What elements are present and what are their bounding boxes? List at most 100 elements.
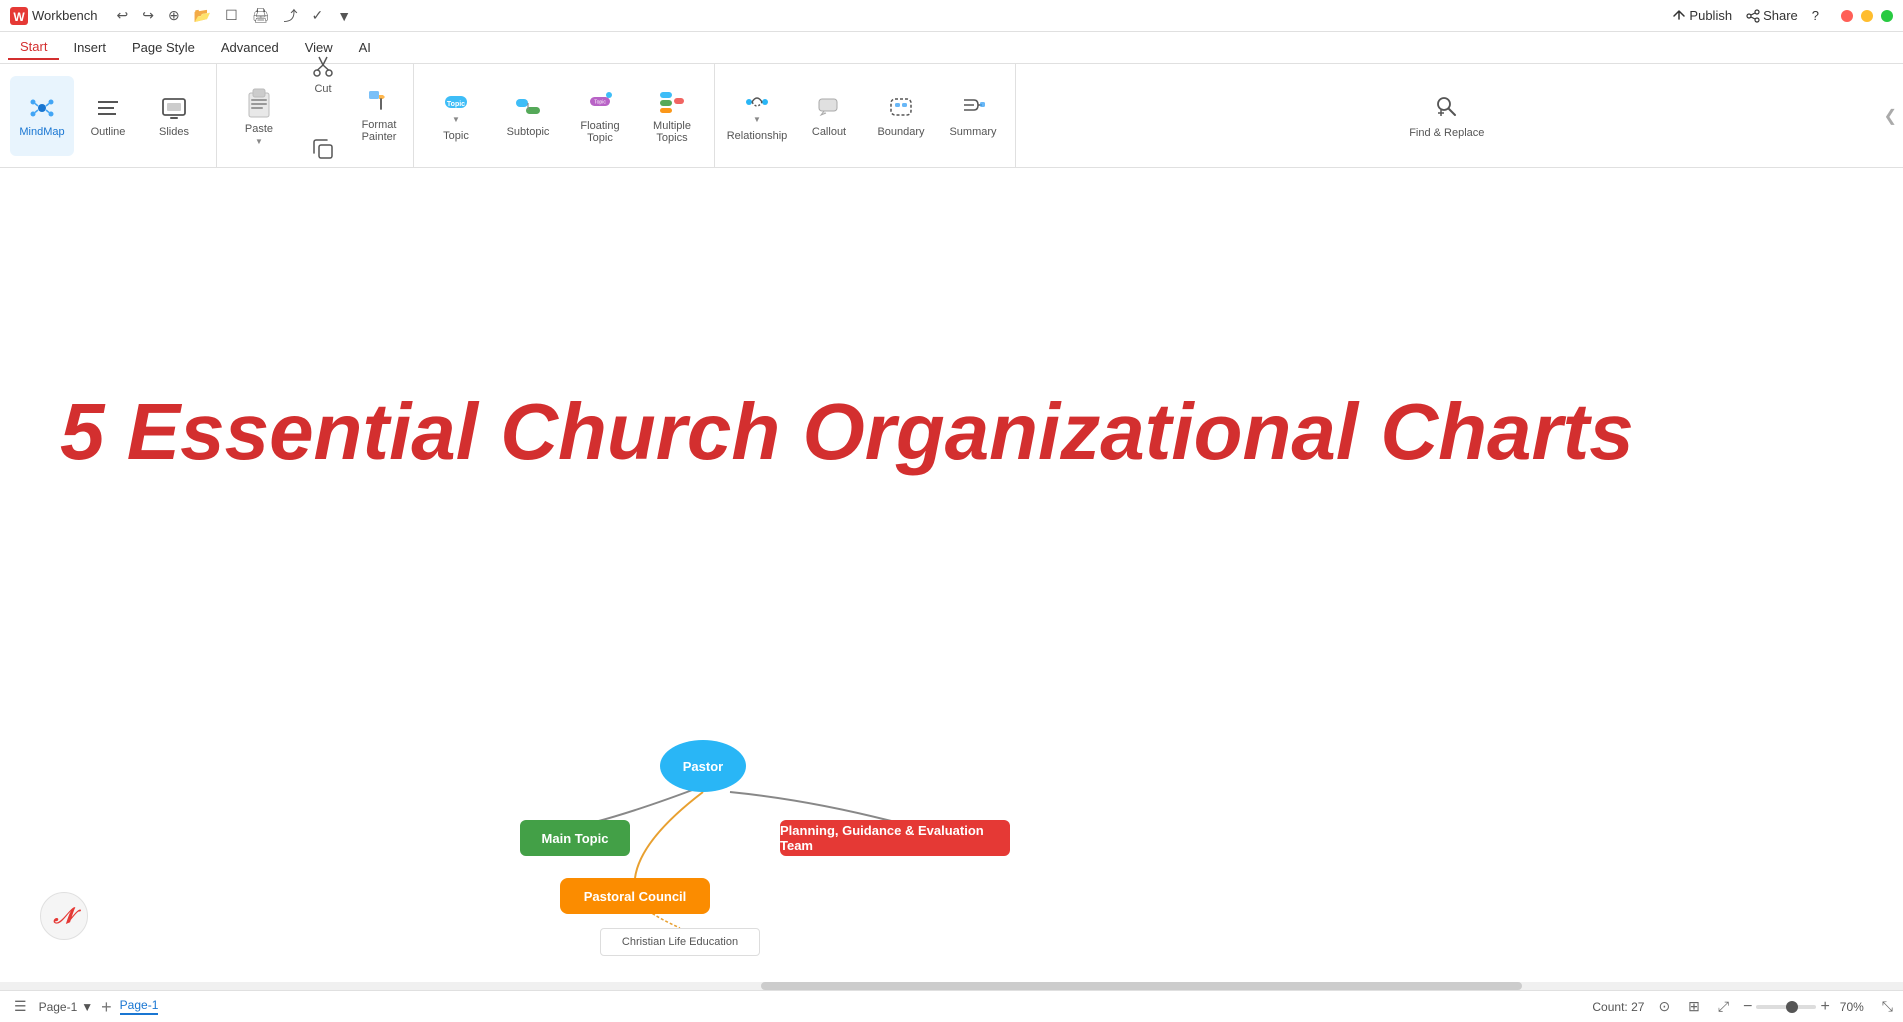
slides-view-btn[interactable]: Slides bbox=[142, 76, 206, 156]
format-painter-icon bbox=[367, 89, 391, 113]
format-painter-btn[interactable]: Format Painter bbox=[351, 74, 407, 158]
clipboard-section: Paste ▼ Cut Co bbox=[217, 64, 414, 167]
window-controls bbox=[1841, 10, 1893, 22]
mindmap-icon bbox=[28, 94, 56, 122]
relationship-icon-area: ▼ bbox=[744, 89, 770, 124]
n-logo[interactable]: 𝒩 bbox=[40, 892, 88, 940]
relationship-section: ▼ Relationship Callout Boundary bbox=[715, 64, 1016, 167]
checkbox-btn[interactable]: ☐ bbox=[220, 4, 243, 27]
panel-toggle-btn[interactable]: ☰ bbox=[10, 996, 31, 1017]
svg-text:Topic: Topic bbox=[447, 101, 465, 108]
help-button[interactable]: ? bbox=[1812, 8, 1819, 23]
undo-redo-controls: ↩ ↪ ⊕ 📂 ☐ 🖨 ⤴ ✓ ▼ bbox=[112, 3, 357, 29]
maximize-window-btn[interactable] bbox=[1881, 10, 1893, 22]
paste-icon bbox=[243, 85, 275, 121]
svg-text:Topic: Topic bbox=[594, 99, 606, 105]
svg-text:W: W bbox=[13, 10, 25, 24]
fullscreen-btn[interactable]: ⤢ bbox=[1714, 996, 1733, 1017]
slides-icon bbox=[160, 94, 188, 122]
collapse-panel-btn[interactable]: ❮ bbox=[1878, 64, 1903, 167]
topic-icon-area: Topic ▼ bbox=[443, 89, 469, 124]
export-btn[interactable]: ⤴ bbox=[279, 3, 303, 29]
zoom-slider-thumb bbox=[1786, 1001, 1798, 1013]
summary-btn[interactable]: Summary bbox=[937, 74, 1009, 158]
zoom-controls: − + bbox=[1743, 998, 1830, 1016]
more-btn[interactable]: ▼ bbox=[332, 5, 356, 27]
toolbar: MindMap Outline Slides bbox=[0, 64, 1903, 168]
minimize-window-btn[interactable] bbox=[1861, 10, 1873, 22]
canvas-scrollbar[interactable] bbox=[0, 982, 1903, 990]
publish-button[interactable]: Publish bbox=[1672, 8, 1732, 23]
cut-btn[interactable]: Cut bbox=[295, 32, 351, 116]
add-page-btn[interactable]: + bbox=[101, 998, 112, 1016]
main-title: 5 Essential Church Organizational Charts bbox=[60, 388, 1843, 476]
boundary-icon bbox=[888, 94, 914, 120]
zoom-out-btn[interactable]: − bbox=[1743, 998, 1752, 1016]
page-1-dropdown[interactable]: Page-1 ▼ bbox=[39, 1000, 94, 1014]
multiple-topics-icon bbox=[659, 88, 685, 114]
christian-life-node[interactable]: Christian Life Education bbox=[600, 928, 760, 956]
relationship-btn[interactable]: ▼ Relationship bbox=[721, 74, 793, 158]
outline-view-btn[interactable]: Outline bbox=[76, 76, 140, 156]
close-window-btn[interactable] bbox=[1841, 10, 1853, 22]
menu-start[interactable]: Start bbox=[8, 35, 59, 60]
subtopic-btn[interactable]: Subtopic bbox=[492, 74, 564, 158]
pastoral-council-node[interactable]: Pastoral Council bbox=[560, 878, 710, 914]
summary-icon bbox=[960, 94, 986, 120]
floating-topic-icon: Topic bbox=[587, 88, 613, 114]
zoom-level: 70% bbox=[1840, 1000, 1872, 1014]
bottom-bar-right: Count: 27 ⊙ ⊞ ⤢ − + 70% ⤡ bbox=[1592, 996, 1893, 1017]
app-name: Workbench bbox=[32, 8, 98, 23]
app-logo: W Workbench bbox=[10, 7, 98, 25]
active-page-tab[interactable]: Page-1 bbox=[120, 998, 159, 1015]
page-dropdown-arrow: ▼ bbox=[81, 1000, 93, 1014]
open-btn[interactable]: 📂 bbox=[189, 4, 216, 27]
menu-bar: Start Insert Page Style Advanced View AI bbox=[0, 32, 1903, 64]
callout-icon bbox=[816, 94, 842, 120]
relationship-icon bbox=[744, 89, 770, 115]
expand-btn[interactable]: ⤡ bbox=[1882, 998, 1893, 1015]
relationship-dropdown-arrow: ▼ bbox=[753, 115, 761, 124]
share-icon bbox=[1746, 9, 1760, 23]
redo-btn[interactable]: ↪ bbox=[137, 4, 159, 27]
planning-node[interactable]: Planning, Guidance & Evaluation Team bbox=[780, 820, 1010, 856]
bottom-bar-left: ☰ Page-1 ▼ + Page-1 bbox=[10, 996, 158, 1017]
mindmap-container: Pastor Main Topic Planning, Guidance & E… bbox=[400, 740, 1100, 960]
mindmap-view-btn[interactable]: MindMap bbox=[10, 76, 74, 156]
canvas-area: 5 Essential Church Organizational Charts… bbox=[0, 168, 1903, 990]
menu-page-style[interactable]: Page Style bbox=[120, 36, 207, 59]
menu-ai[interactable]: AI bbox=[347, 36, 383, 59]
check-btn[interactable]: ✓ bbox=[307, 4, 329, 27]
count-label: Count: 27 bbox=[1592, 1000, 1644, 1014]
zoom-in-btn[interactable]: + bbox=[1820, 998, 1829, 1016]
title-bar-right: Publish Share ? bbox=[1672, 8, 1893, 23]
insert-section: Topic ▼ Topic Subtopic Topic Floating To… bbox=[414, 64, 715, 167]
multiple-topics-btn[interactable]: Multiple Topics bbox=[636, 74, 708, 158]
menu-advanced[interactable]: Advanced bbox=[209, 36, 291, 59]
subtopic-icon bbox=[515, 94, 541, 120]
topic-btn[interactable]: Topic ▼ Topic bbox=[420, 74, 492, 158]
topic-dropdown-arrow: ▼ bbox=[452, 115, 460, 124]
grid-view-btn[interactable]: ⊞ bbox=[1684, 996, 1704, 1017]
menu-insert[interactable]: Insert bbox=[61, 36, 118, 59]
share-button[interactable]: Share bbox=[1746, 8, 1798, 23]
cut-icon bbox=[311, 53, 335, 77]
canvas-scrollbar-thumb bbox=[761, 982, 1522, 990]
view-mode-section: MindMap Outline Slides bbox=[0, 64, 217, 167]
bottom-bar: ☰ Page-1 ▼ + Page-1 Count: 27 ⊙ ⊞ ⤢ − + … bbox=[0, 990, 1903, 1022]
find-replace-btn[interactable]: Find & Replace bbox=[1401, 74, 1492, 158]
undo-btn[interactable]: ↩ bbox=[112, 4, 134, 27]
pastor-node[interactable]: Pastor bbox=[660, 740, 746, 792]
copy-icon bbox=[311, 137, 335, 161]
new-btn[interactable]: ⊕ bbox=[163, 4, 185, 27]
floating-topic-btn[interactable]: Topic Floating Topic bbox=[564, 74, 636, 158]
paste-btn[interactable]: Paste ▼ bbox=[223, 74, 295, 158]
publish-icon bbox=[1672, 9, 1686, 23]
callout-btn[interactable]: Callout bbox=[793, 74, 865, 158]
main-topic-node[interactable]: Main Topic bbox=[520, 820, 630, 856]
print-btn[interactable]: 🖨 bbox=[247, 4, 275, 27]
zoom-slider[interactable] bbox=[1756, 1005, 1816, 1009]
fit-page-btn[interactable]: ⊙ bbox=[1654, 996, 1674, 1017]
boundary-btn[interactable]: Boundary bbox=[865, 74, 937, 158]
title-bar: W Workbench ↩ ↪ ⊕ 📂 ☐ 🖨 ⤴ ✓ ▼ Publish Sh… bbox=[0, 0, 1903, 32]
